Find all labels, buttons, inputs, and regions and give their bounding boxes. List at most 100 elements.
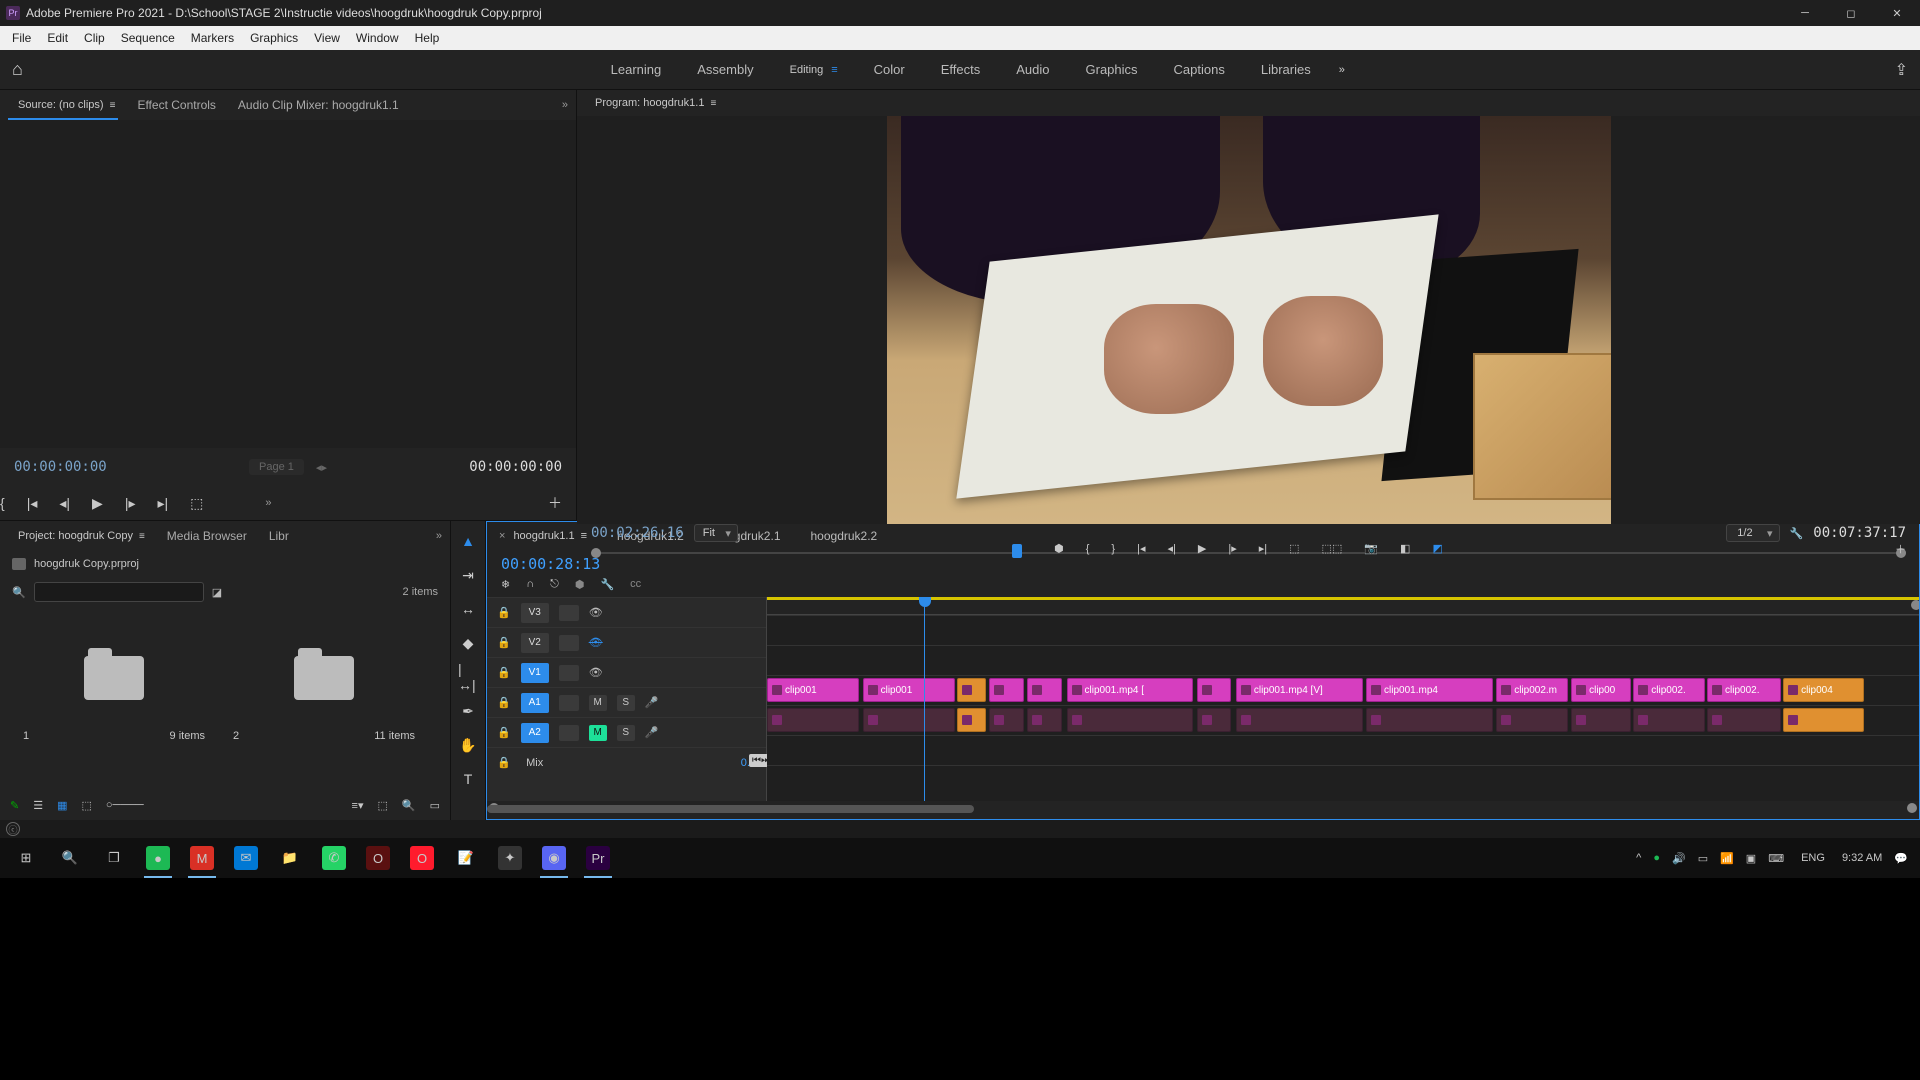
clip[interactable] <box>1783 708 1864 732</box>
search-input[interactable] <box>34 582 204 602</box>
go-out-icon[interactable]: ▸| <box>1259 542 1267 555</box>
burger-icon[interactable]: ≡ <box>831 64 837 76</box>
track-select-tool-icon[interactable]: ⇥ <box>458 565 478 585</box>
track-v1[interactable]: clip001clip001 clip001.mp4 [ clip001.mp4 [… <box>767 675 1919 705</box>
zoom-handle-icon[interactable] <box>1907 803 1917 813</box>
clip[interactable] <box>957 678 986 702</box>
linked-sel-icon[interactable]: ⎋ <box>550 578 559 591</box>
workspace-assembly[interactable]: Assembly <box>679 50 771 90</box>
track-label[interactable]: A2 <box>521 723 549 743</box>
auto-seq-icon[interactable]: ⬚ <box>377 799 387 812</box>
hand-tool-icon[interactable]: ✋ <box>458 735 478 755</box>
clip[interactable] <box>767 708 859 732</box>
zoom-slider[interactable]: ○──── <box>106 799 144 811</box>
taskbar-start[interactable]: ⊞ <box>4 838 48 878</box>
clip[interactable]: clip004 <box>1783 678 1864 702</box>
mute-button[interactable]: M <box>589 725 607 741</box>
play-icon[interactable]: ▶ <box>1198 542 1206 555</box>
track-a1[interactable] <box>767 705 1919 735</box>
mark-in-icon[interactable]: { <box>1086 543 1090 555</box>
tray-language[interactable]: ENG <box>1796 849 1830 867</box>
taskbar-mail[interactable]: ✉ <box>224 838 268 878</box>
slip-tool-icon[interactable]: |↔| <box>458 667 478 687</box>
close-icon[interactable]: × <box>499 530 505 542</box>
tabs-overflow-icon[interactable]: » <box>562 99 568 111</box>
tab-libraries[interactable]: Libr <box>259 523 299 549</box>
extract-icon[interactable]: ⬚⬚ <box>1322 542 1343 555</box>
transport-overflow-icon[interactable]: » <box>265 497 271 509</box>
clip[interactable] <box>989 678 1024 702</box>
clip[interactable]: clip001.mp4 <box>1366 678 1493 702</box>
taskbar-search[interactable]: 🔍 <box>48 838 92 878</box>
workspace-captions[interactable]: Captions <box>1156 50 1243 90</box>
menu-graphics[interactable]: Graphics <box>242 26 306 50</box>
safe-margins-icon[interactable]: ◩ <box>1432 542 1442 555</box>
go-out-icon[interactable]: ▸| <box>157 495 168 512</box>
clip[interactable]: clip001.mp4 [V] <box>1236 678 1363 702</box>
tray-screen-icon[interactable]: ▣ <box>1746 852 1756 865</box>
scroll-thumb[interactable] <box>487 805 974 813</box>
clip[interactable] <box>1236 708 1363 732</box>
track-header-a1[interactable]: 🔒A1MS🎤 <box>487 687 766 717</box>
tray-chevron-icon[interactable]: ^ <box>1636 852 1641 864</box>
menu-help[interactable]: Help <box>407 26 448 50</box>
clip[interactable]: clip002. <box>1707 678 1781 702</box>
tab-effect-controls[interactable]: Effect Controls <box>127 92 225 118</box>
export-frame-icon[interactable]: 📷 <box>1364 542 1378 555</box>
window-minimize-button[interactable]: ─ <box>1782 0 1828 26</box>
clip[interactable] <box>957 708 986 732</box>
tab-project[interactable]: Project: hoogdruk Copy≡ <box>8 523 155 549</box>
tray-volume-icon[interactable]: 🔊 <box>1672 852 1686 865</box>
workspace-color[interactable]: Color <box>856 50 923 90</box>
clip[interactable]: clip001 <box>863 678 955 702</box>
taskbar-whatsapp[interactable]: ✆ <box>312 838 356 878</box>
pencil-icon[interactable]: ✎ <box>10 799 19 812</box>
clip[interactable]: clip001.mp4 [ <box>1067 678 1194 702</box>
wrench-icon[interactable]: 🔧 <box>600 578 614 591</box>
step-back-icon[interactable]: ◂| <box>59 495 70 512</box>
go-in-icon[interactable]: |◂ <box>1137 542 1145 555</box>
menu-edit[interactable]: Edit <box>39 26 76 50</box>
track-v3[interactable] <box>767 615 1919 645</box>
menu-markers[interactable]: Markers <box>183 26 242 50</box>
tab-audio-clip-mixer[interactable]: Audio Clip Mixer: hoogdruk1.1 <box>228 92 409 118</box>
tab-media-browser[interactable]: Media Browser <box>157 523 257 549</box>
track-label[interactable]: A1 <box>521 693 549 713</box>
compare-icon[interactable]: ◧ <box>1400 542 1410 555</box>
track-header-mix[interactable]: 🔒Mix0.0⏮⏭ <box>487 747 766 777</box>
mic-icon[interactable]: 🎤 <box>645 726 659 739</box>
lock-icon[interactable]: 🔒 <box>497 726 511 739</box>
toggle-icon[interactable] <box>559 695 579 711</box>
lift-icon[interactable]: ⬚ <box>1289 542 1299 555</box>
taskbar-explorer[interactable]: 📁 <box>268 838 312 878</box>
source-timecode-in[interactable]: 00:00:00:00 <box>14 459 107 475</box>
tray-battery-icon[interactable]: ▭ <box>1698 852 1708 865</box>
toggle-icon[interactable] <box>559 725 579 741</box>
go-in-icon[interactable]: |◂ <box>27 495 38 512</box>
workspace-effects[interactable]: Effects <box>923 50 999 90</box>
clip[interactable]: clip00 <box>1571 678 1631 702</box>
play-icon[interactable]: ▶ <box>92 495 103 512</box>
track-label[interactable]: V2 <box>521 633 549 653</box>
solo-button[interactable]: S <box>617 725 635 741</box>
clip[interactable]: clip001 <box>767 678 859 702</box>
bin-item[interactable]: 211 items <box>224 615 424 782</box>
track-header-a2[interactable]: 🔒 A2 MS 🎤 <box>487 717 766 747</box>
sort-icon[interactable]: ≡▾ <box>352 799 364 812</box>
step-fwd-icon[interactable]: |▸ <box>1228 542 1236 555</box>
workspace-audio[interactable]: Audio <box>998 50 1067 90</box>
tab-source[interactable]: Source: (no clips)≡ <box>8 92 125 118</box>
mute-button[interactable]: M <box>589 695 607 711</box>
taskbar-task-view[interactable]: ❐ <box>92 838 136 878</box>
freeform-view-icon[interactable]: ⬚ <box>82 799 92 812</box>
workspace-editing[interactable]: Editing≡ <box>772 50 856 90</box>
razor-tool-icon[interactable]: ◆ <box>458 633 478 653</box>
add-button-icon[interactable]: ＋ <box>548 493 562 513</box>
magnet-icon[interactable]: ∩ <box>526 578 534 591</box>
zoom-fit-dropdown[interactable]: Fit <box>694 524 738 542</box>
timeline-timecode[interactable]: 00:00:28:13 <box>501 555 600 573</box>
clip[interactable] <box>1027 678 1062 702</box>
list-view-icon[interactable]: ☰ <box>33 799 43 812</box>
track-header-v1[interactable]: 🔒V1👁 <box>487 657 766 687</box>
mic-icon[interactable]: 🎤 <box>645 696 659 709</box>
